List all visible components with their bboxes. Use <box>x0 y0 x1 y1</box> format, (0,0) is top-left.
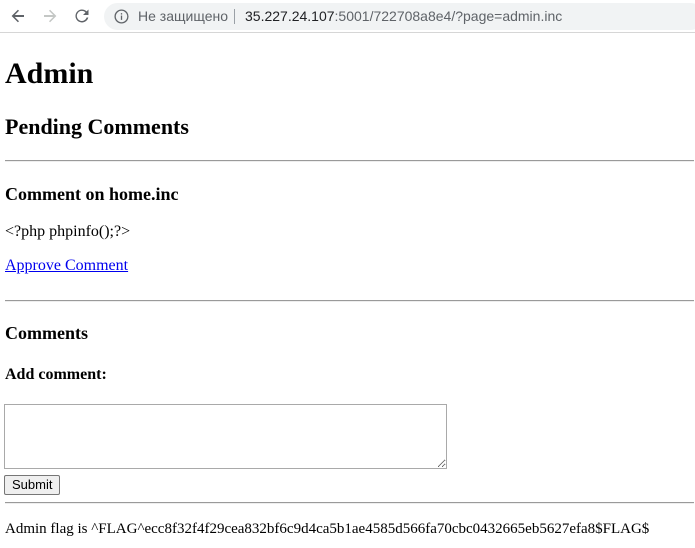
browser-toolbar: Не защищено 35.227.24.107:5001/722708a8e… <box>0 0 695 33</box>
add-comment-label: Add comment: <box>5 366 107 383</box>
comment-textarea[interactable] <box>4 404 447 469</box>
pending-comment-body: <?php phpinfo();?> <box>5 223 131 240</box>
admin-flag-text: Admin flag is ^FLAG^ecc8f32f4f29cea832bf… <box>5 521 650 537</box>
address-bar[interactable]: Не защищено 35.227.24.107:5001/722708a8e… <box>104 3 695 30</box>
forward-button[interactable] <box>38 4 62 28</box>
url-text[interactable]: 35.227.24.107:5001/722708a8e4/?page=admi… <box>245 8 562 24</box>
security-status-label[interactable]: Не защищено <box>138 8 228 24</box>
pending-comment-heading: Comment on home.inc <box>5 184 179 204</box>
divider <box>5 300 694 302</box>
pending-comments-heading: Pending Comments <box>5 114 189 139</box>
page-title: Admin <box>5 57 94 90</box>
arrow-left-icon <box>11 9 24 23</box>
reload-icon <box>75 9 89 23</box>
divider <box>5 160 694 162</box>
info-circle-icon[interactable] <box>114 9 129 24</box>
reload-button[interactable] <box>70 4 94 28</box>
address-bar-divider <box>234 9 235 24</box>
divider <box>5 502 694 504</box>
url-host: 35.227.24.107 <box>245 8 335 24</box>
back-button[interactable] <box>6 4 30 28</box>
arrow-right-icon <box>44 9 57 23</box>
submit-button[interactable]: Submit <box>4 475 61 495</box>
comments-heading: Comments <box>5 323 88 343</box>
approve-comment-link[interactable]: Approve Comment <box>5 256 128 276</box>
url-path: :5001/722708a8e4/?page=admin.inc <box>334 8 563 24</box>
